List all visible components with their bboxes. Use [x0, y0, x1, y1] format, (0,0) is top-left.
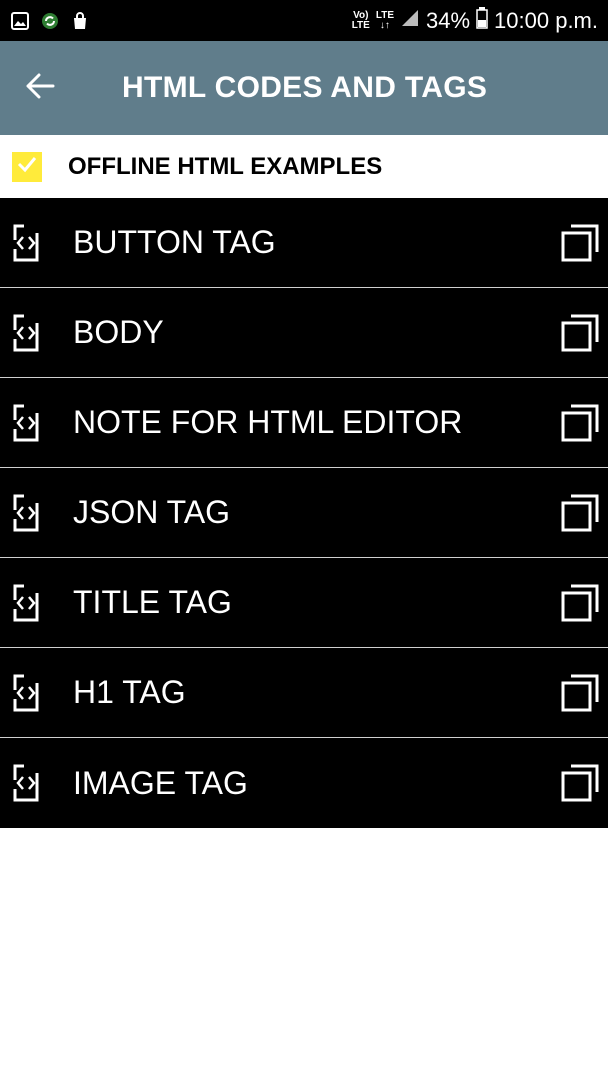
back-arrow-icon	[25, 73, 55, 104]
back-button[interactable]	[0, 41, 80, 135]
copy-icon[interactable]	[560, 763, 600, 803]
copy-icon[interactable]	[560, 493, 600, 533]
system-indicators: Vo) LTE LTE ↓↑ 34% 10:00 p.m.	[351, 6, 598, 35]
tag-list: BUTTON TAG BODY NOTE FOR HTML EDITOR JSO…	[0, 198, 608, 828]
battery-percent: 34%	[426, 7, 471, 33]
code-icon	[12, 493, 40, 533]
clock: 10:00 p.m.	[494, 7, 598, 33]
copy-icon[interactable]	[560, 403, 600, 443]
list-item[interactable]: NOTE FOR HTML EDITOR	[0, 378, 608, 468]
list-item[interactable]: JSON TAG	[0, 468, 608, 558]
shopping-bag-notification-icon	[70, 11, 90, 31]
code-icon	[12, 763, 40, 803]
list-item[interactable]: BODY	[0, 288, 608, 378]
section-header: OFFLINE HTML EXAMPLES	[0, 135, 608, 198]
code-icon	[12, 673, 40, 713]
code-icon	[12, 223, 40, 263]
status-bar: Vo) LTE LTE ↓↑ 34% 10:00 p.m.	[0, 0, 608, 41]
section-label: OFFLINE HTML EXAMPLES	[68, 152, 383, 180]
list-item-label: BODY	[73, 314, 164, 350]
code-icon	[12, 403, 40, 443]
list-item-label: H1 TAG	[73, 674, 186, 710]
copy-icon[interactable]	[560, 313, 600, 353]
list-item[interactable]: TITLE TAG	[0, 558, 608, 648]
list-item-label: JSON TAG	[73, 494, 231, 530]
list-item-label: BUTTON TAG	[73, 224, 276, 260]
check-icon	[16, 153, 38, 180]
battery-icon	[476, 6, 488, 35]
app-bar: HTML CODES AND TAGS	[0, 41, 608, 135]
code-icon	[12, 583, 40, 623]
code-icon	[12, 313, 40, 353]
copy-icon[interactable]	[560, 583, 600, 623]
gallery-notification-icon	[10, 11, 30, 31]
list-item[interactable]: H1 TAG	[0, 648, 608, 738]
signal-icon	[400, 8, 420, 34]
copy-icon[interactable]	[560, 223, 600, 263]
volte-indicator: Vo) LTE	[351, 9, 370, 31]
offline-examples-checkbox[interactable]	[12, 151, 42, 182]
list-item[interactable]: IMAGE TAG	[0, 738, 608, 828]
list-item[interactable]: BUTTON TAG	[0, 198, 608, 288]
list-item-label: IMAGE TAG	[73, 764, 248, 801]
lte-indicator: LTE ↓↑	[375, 9, 394, 31]
notification-icons	[10, 11, 90, 31]
list-item-label: TITLE TAG	[73, 584, 232, 620]
list-item-label: NOTE FOR HTML EDITOR	[73, 404, 463, 440]
sync-notification-icon	[40, 11, 60, 31]
copy-icon[interactable]	[560, 673, 600, 713]
page-title: HTML CODES AND TAGS	[122, 71, 488, 104]
